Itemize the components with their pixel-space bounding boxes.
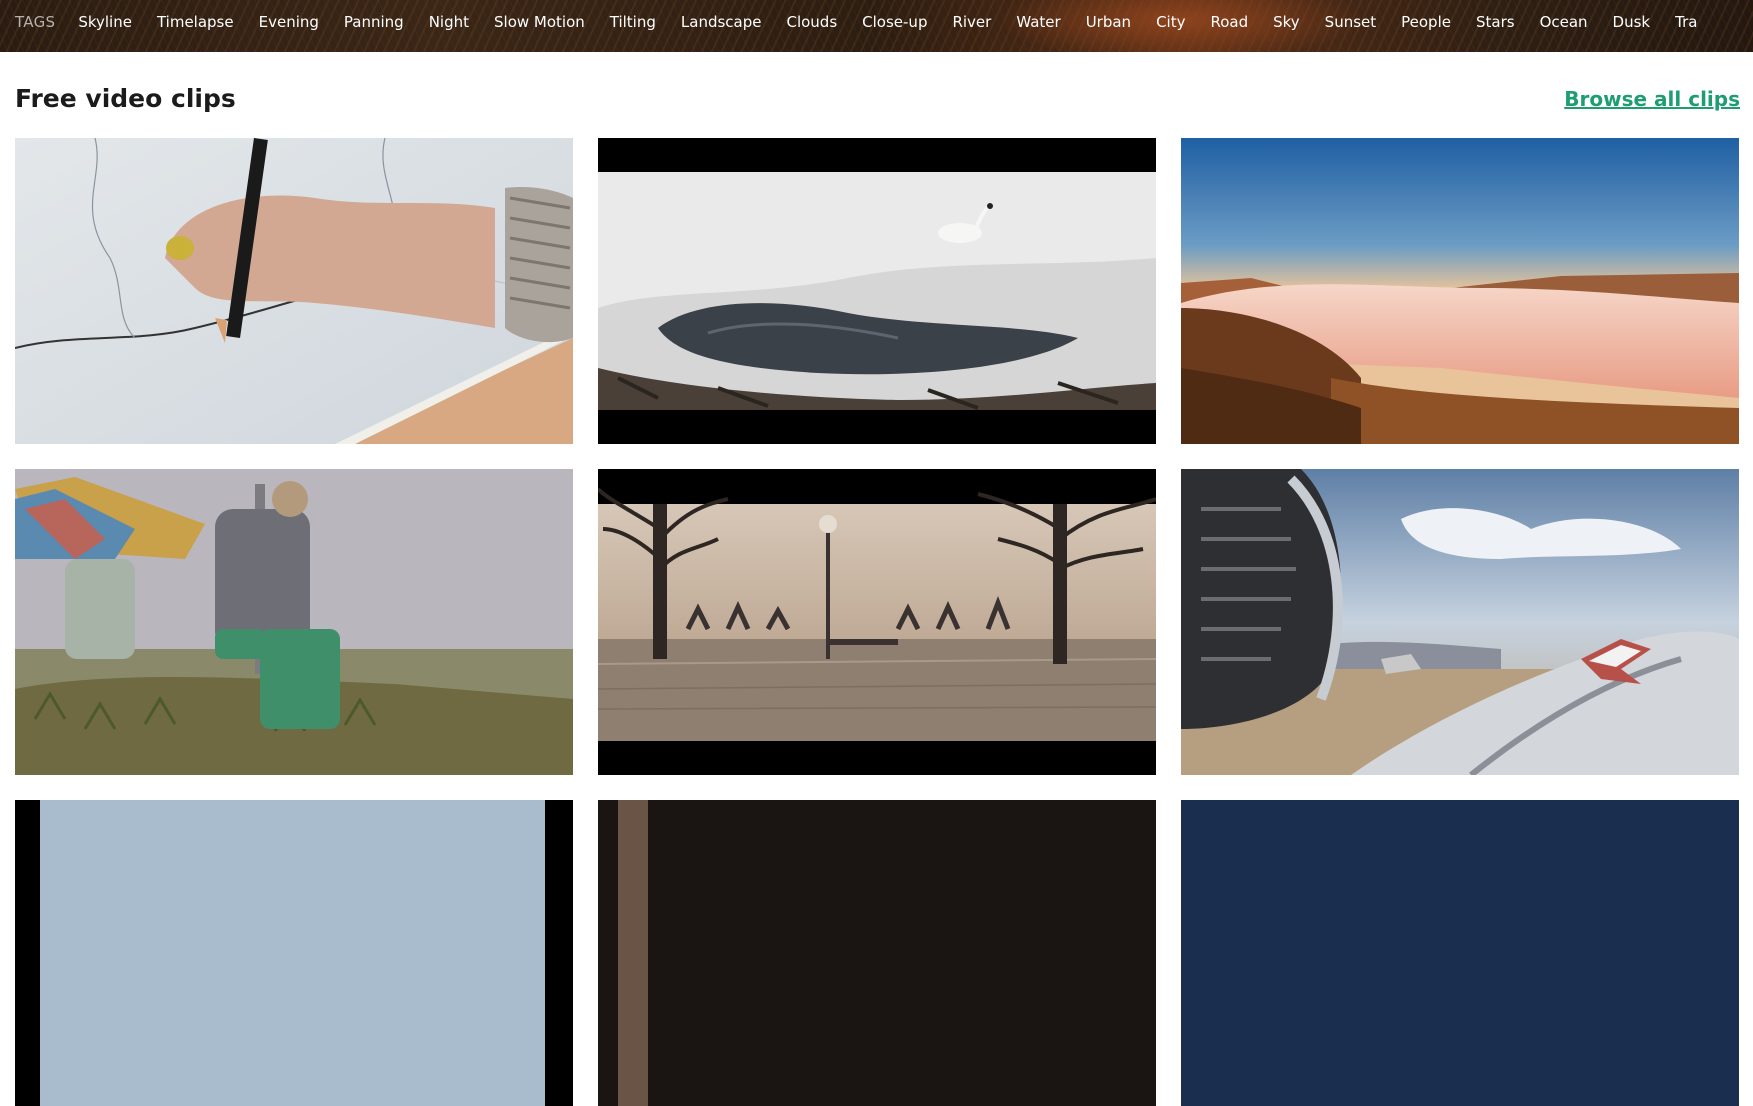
video-clip-thumbnail[interactable] — [1181, 138, 1739, 444]
video-clip-thumbnail[interactable] — [598, 138, 1156, 444]
video-clip-thumbnail[interactable] — [15, 469, 573, 775]
tags-bar: TAGS Skyline Timelapse Evening Panning N… — [0, 0, 1753, 52]
tag-timelapse[interactable]: Timelapse — [157, 13, 234, 31]
tag-sky[interactable]: Sky — [1273, 13, 1300, 31]
tag-slow-motion[interactable]: Slow Motion — [494, 13, 585, 31]
tag-river[interactable]: River — [952, 13, 991, 31]
tag-close-up[interactable]: Close-up — [862, 13, 927, 31]
clip-image — [1181, 800, 1739, 1106]
tag-city[interactable]: City — [1156, 13, 1185, 31]
tag-landscape[interactable]: Landscape — [681, 13, 762, 31]
tag-panning[interactable]: Panning — [344, 13, 404, 31]
tags-row: TAGS Skyline Timelapse Evening Panning N… — [15, 0, 1722, 44]
video-clip-thumbnail[interactable] — [15, 138, 573, 444]
video-clip-thumbnail[interactable] — [15, 800, 573, 1106]
tag-night[interactable]: Night — [429, 13, 469, 31]
clip-image — [598, 138, 1156, 444]
tag-evening[interactable]: Evening — [259, 13, 319, 31]
tag-ocean[interactable]: Ocean — [1540, 13, 1588, 31]
tags-label: TAGS — [15, 13, 56, 31]
clip-image — [598, 469, 1156, 775]
section-title: Free video clips — [15, 84, 236, 113]
tag-stars[interactable]: Stars — [1476, 13, 1515, 31]
clip-image — [1181, 469, 1739, 775]
video-clip-thumbnail[interactable] — [598, 800, 1156, 1106]
tag-tilting[interactable]: Tilting — [610, 13, 656, 31]
tag-dusk[interactable]: Dusk — [1613, 13, 1651, 31]
video-clip-thumbnail[interactable] — [598, 469, 1156, 775]
clip-image — [598, 800, 1156, 1106]
tag-skyline[interactable]: Skyline — [78, 13, 132, 31]
tag-people[interactable]: People — [1401, 13, 1451, 31]
tag-truncated[interactable]: Tra — [1675, 13, 1697, 31]
clip-image — [15, 138, 573, 444]
tag-urban[interactable]: Urban — [1086, 13, 1131, 31]
tag-water[interactable]: Water — [1016, 13, 1060, 31]
browse-all-clips-link[interactable]: Browse all clips — [1564, 87, 1740, 111]
tag-sunset[interactable]: Sunset — [1325, 13, 1376, 31]
tag-road[interactable]: Road — [1210, 13, 1248, 31]
video-clip-thumbnail[interactable] — [1181, 469, 1739, 775]
clip-image — [15, 469, 573, 775]
tag-clouds[interactable]: Clouds — [786, 13, 837, 31]
video-clip-thumbnail[interactable] — [1181, 800, 1739, 1106]
clip-image — [1181, 138, 1739, 444]
clip-image — [15, 800, 573, 1106]
